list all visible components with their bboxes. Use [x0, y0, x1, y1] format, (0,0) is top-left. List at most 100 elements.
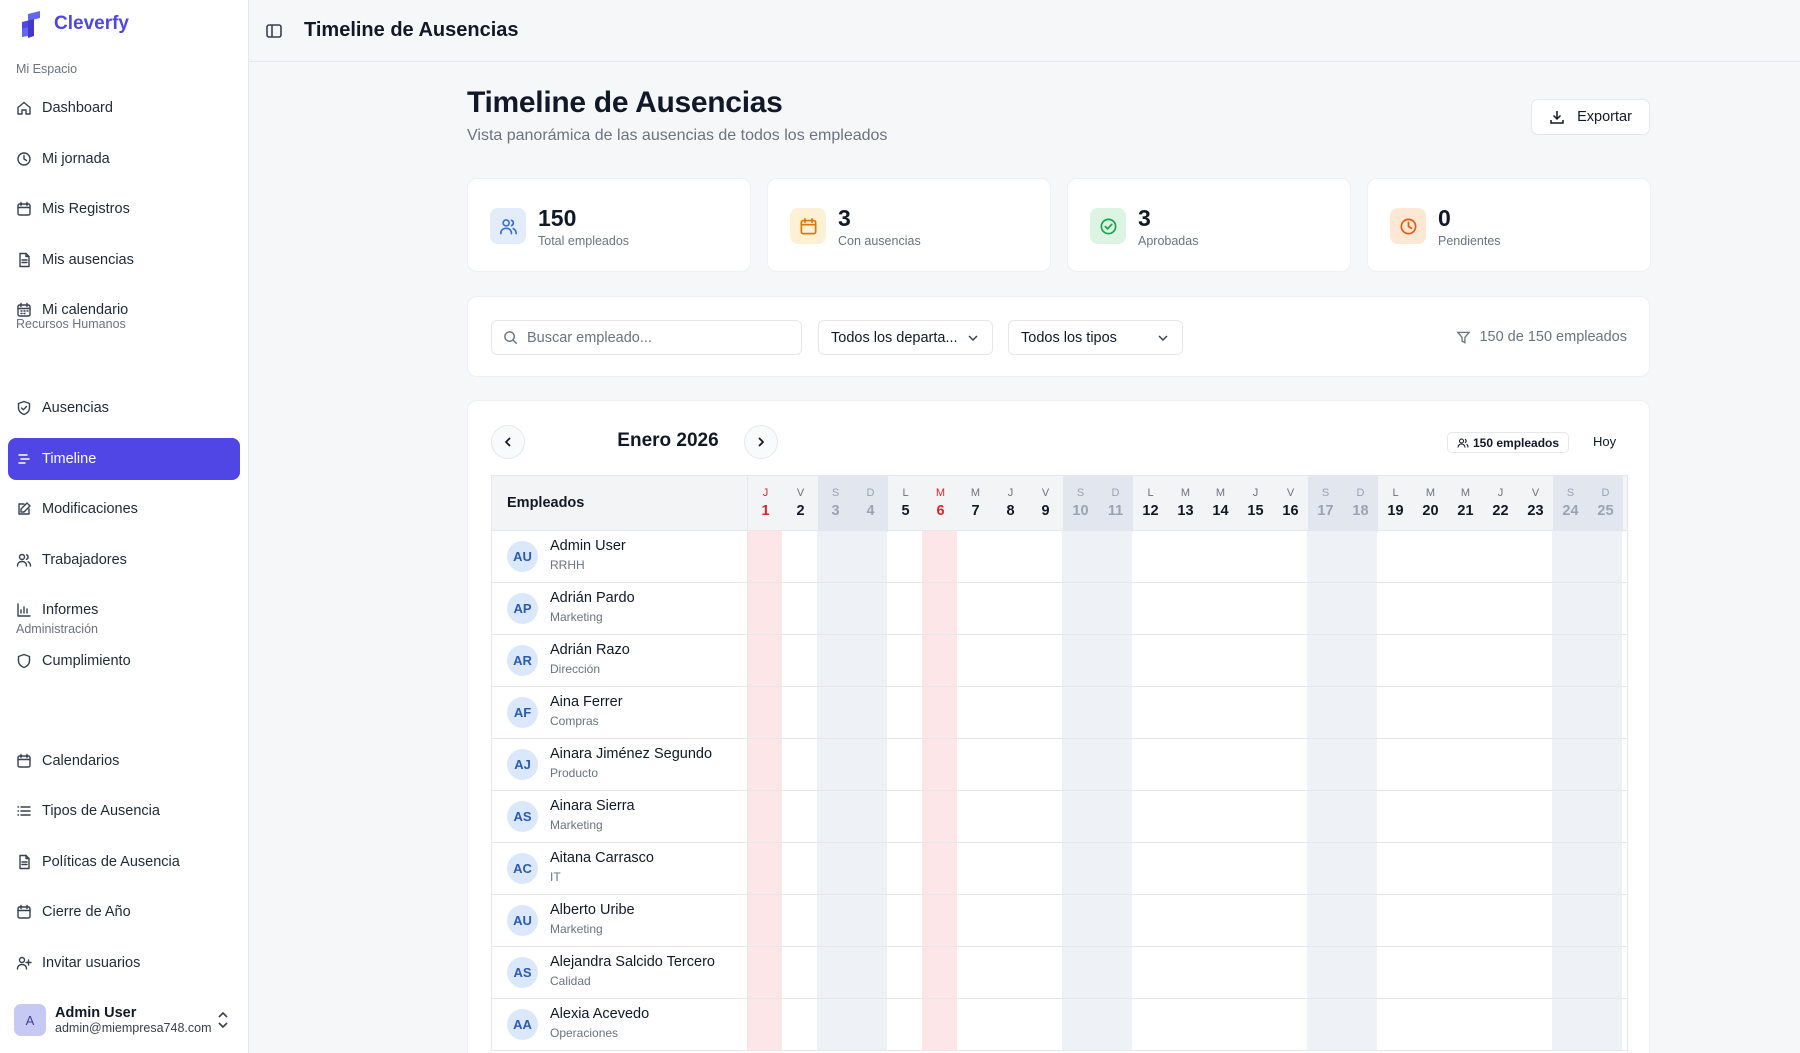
day-of-week: S: [1076, 487, 1085, 499]
sidebar-item-timeline[interactable]: Timeline: [8, 438, 240, 480]
stat-value: 3: [1138, 205, 1151, 231]
day-number: 7: [971, 503, 980, 519]
filter-bar: Todos los departa... Todos los tipos 150…: [467, 296, 1650, 377]
edit-icon: [16, 501, 32, 517]
employee-department: Compras: [550, 714, 599, 728]
today-button[interactable]: Hoy: [1593, 434, 1616, 449]
employee-cell: AU Alberto Uribe Marketing: [492, 895, 748, 946]
day-header: J1: [748, 476, 783, 532]
table-row[interactable]: AC Aitana Carrasco IT: [491, 843, 1628, 895]
brand[interactable]: Cleverfy: [18, 10, 129, 38]
sidebar-item-cierre-de-ano[interactable]: Cierre de Año: [8, 891, 240, 933]
sidebar-item-calendarios[interactable]: Calendarios: [8, 740, 240, 782]
day-header: J 22: [1483, 476, 1518, 532]
sidebar-item-label: Informes: [42, 602, 99, 618]
table-row[interactable]: AU Alberto Uribe Marketing: [491, 895, 1628, 947]
day-number: 24: [1562, 503, 1579, 519]
export-button[interactable]: Exportar: [1531, 99, 1650, 135]
day-number: 6: [936, 503, 945, 519]
sidebar-item-mi-jornada[interactable]: Mi jornada: [8, 138, 240, 180]
chevron-down-icon: [968, 334, 978, 341]
day-header: V9: [1028, 476, 1063, 532]
day-of-week: M: [1215, 487, 1226, 499]
employee-name: Aitana Carrasco: [550, 850, 654, 866]
next-month-button[interactable]: [744, 425, 778, 459]
day-of-week: V: [796, 487, 805, 499]
table-row[interactable]: AF Aina Ferrer Compras: [491, 687, 1628, 739]
type-select[interactable]: Todos los tipos: [1008, 320, 1183, 355]
table-row[interactable]: AA Alexia Acevedo Operaciones: [491, 999, 1628, 1051]
sidebar: Cleverfy Mi Espacio Dashboard Mi jornada Mi…: [0, 0, 249, 1053]
user-plus-icon: [16, 955, 32, 971]
employee-name: Adrián Razo: [550, 642, 630, 658]
calendar-icon: [16, 904, 32, 920]
chevron-up-down-icon: [218, 1011, 228, 1029]
employee-cell: AS Alejandra Salcido Tercero Calidad: [492, 947, 748, 998]
sidebar-item-invitar-usuarios[interactable]: Invitar usuarios: [8, 942, 240, 984]
employees-column-header: Empleados: [507, 495, 585, 511]
user-menu[interactable]: A Admin User admin@miempresa748.com: [14, 1002, 236, 1038]
sidebar-toggle-icon[interactable]: [265, 22, 283, 40]
table-row[interactable]: AU Admin User RRHH: [491, 531, 1628, 583]
table-row[interactable]: AS Ainara Sierra Marketing: [491, 791, 1628, 843]
sidebar-item-cumplimiento[interactable]: Cumplimiento: [8, 640, 240, 682]
sidebar-item-dashboard[interactable]: Dashboard: [8, 87, 240, 129]
sidebar-item-tipos-de-ausencia[interactable]: Tipos de Ausencia: [8, 790, 240, 832]
month-label: Enero 2026: [617, 430, 719, 451]
stat-card: 3 Aprobadas: [1067, 178, 1351, 272]
clock-icon: [16, 151, 32, 167]
prev-month-button[interactable]: [491, 425, 525, 459]
day-number: 3: [831, 503, 840, 519]
day-number: 14: [1212, 503, 1229, 519]
day-of-week: D: [866, 487, 875, 499]
employee-name: Alberto Uribe: [550, 902, 635, 918]
topbar-title: Timeline de Ausencias: [304, 19, 519, 41]
department-select[interactable]: Todos los departa...: [818, 320, 993, 355]
day-number: 11: [1107, 503, 1124, 519]
employee-cell: AR Adrián Razo Dirección: [492, 635, 748, 686]
document-icon: [16, 854, 32, 870]
day-number: 13: [1177, 503, 1194, 519]
sidebar-item-label: Mi jornada: [42, 151, 110, 167]
day-header: V 16: [1273, 476, 1308, 532]
table-row[interactable]: AP Adrián Pardo Marketing: [491, 583, 1628, 635]
table-row[interactable]: AS Alejandra Salcido Tercero Calidad: [491, 947, 1628, 999]
sidebar-item-label: Calendarios: [42, 753, 120, 769]
nav-section-label: Administración: [16, 622, 98, 636]
employee-name: Alexia Acevedo: [550, 1006, 650, 1022]
day-header: M 13: [1168, 476, 1203, 532]
employee-department: Marketing: [550, 818, 603, 832]
sidebar-item-label: Invitar usuarios: [42, 955, 141, 971]
page-title: Timeline de Ausencias: [467, 86, 783, 119]
day-of-week: M: [935, 487, 946, 499]
day-number: 12: [1142, 503, 1159, 519]
sidebar-item-modificaciones[interactable]: Modificaciones: [8, 488, 240, 530]
topbar: Timeline de Ausencias: [249, 0, 1800, 62]
timeline-header: Empleados J 1 V 2 S 3 D 4 L 5 M 6 M 7 J 8 V 9 S 10 D 11 L 12 M 13…: [491, 475, 1628, 532]
sidebar-item-trabajadores[interactable]: Trabajadores: [8, 539, 240, 581]
export-label: Exportar: [1577, 109, 1632, 125]
stat-label: Con ausencias: [838, 234, 921, 248]
bar-chart-icon: [16, 602, 32, 618]
day-header: M 14: [1203, 476, 1238, 532]
department-select-value: Todos los departa...: [831, 329, 958, 346]
filter-count: 150 de 150 empleados: [1456, 329, 1627, 345]
download-icon: [1550, 111, 1564, 124]
day-of-week: V: [1286, 487, 1295, 499]
search-field[interactable]: [491, 320, 802, 355]
table-row[interactable]: AR Adrián Razo Dirección: [491, 635, 1628, 687]
cleverfy-logo-icon: [22, 11, 40, 38]
users-icon: [1457, 437, 1469, 448]
sidebar-item-label: Tipos de Ausencia: [42, 803, 160, 819]
table-row[interactable]: AJ Ainara Jiménez Segundo Producto: [491, 739, 1628, 791]
sidebar-item-label: Trabajadores: [42, 552, 127, 568]
sidebar-item-mis-registros[interactable]: Mis Registros: [8, 188, 240, 230]
day-number: 10: [1072, 503, 1089, 519]
day-header: L 19: [1378, 476, 1413, 532]
day-header: J8: [993, 476, 1028, 532]
sidebar-item-mis-ausencias[interactable]: Mis ausencias: [8, 239, 240, 281]
employee-cell: AS Ainara Sierra Marketing: [492, 791, 748, 842]
sidebar-item-ausencias[interactable]: Ausencias: [8, 387, 240, 429]
sidebar-item-politicas-de-ausencia[interactable]: Políticas de Ausencia: [8, 841, 240, 883]
search-input[interactable]: [527, 329, 787, 346]
